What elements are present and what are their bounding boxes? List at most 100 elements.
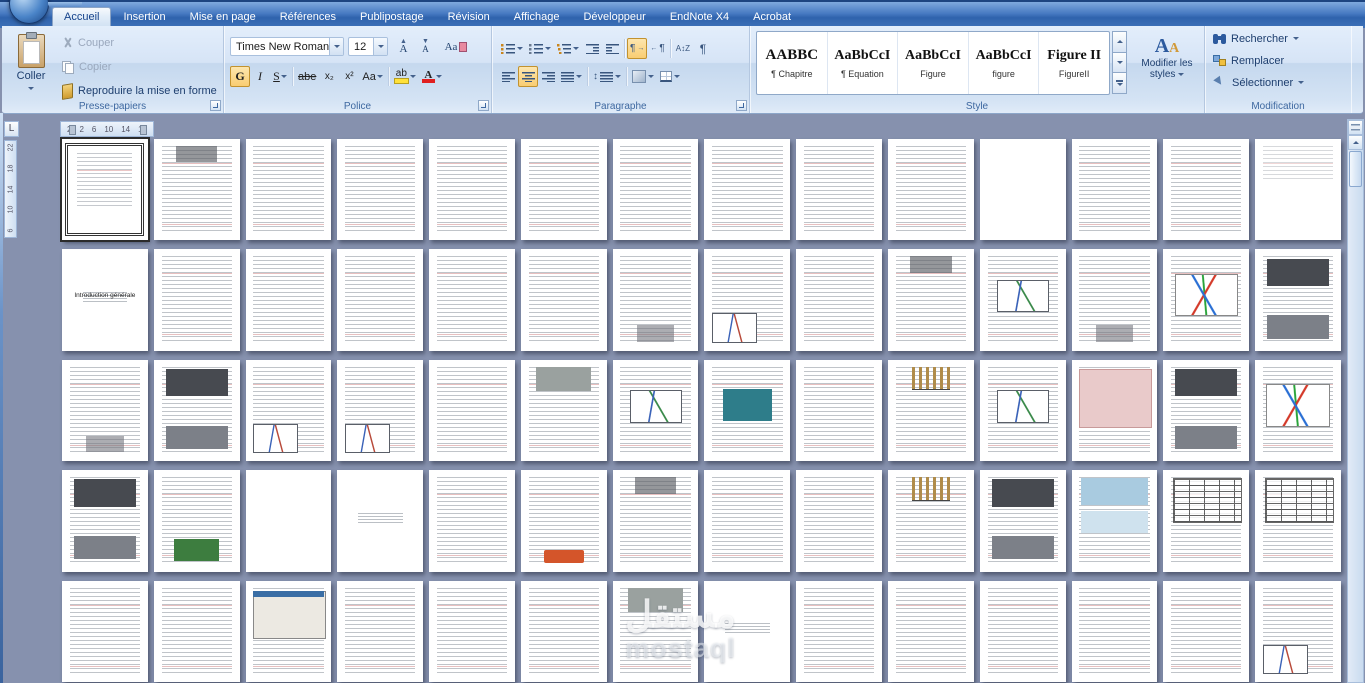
decrease-indent-button[interactable] (582, 38, 602, 59)
tab-affichage[interactable]: Affichage (502, 7, 572, 28)
scroll-up-button[interactable] (1348, 135, 1363, 150)
paste-button[interactable]: Coller (7, 30, 55, 110)
tab-selector[interactable]: L (4, 121, 19, 137)
page-thumbnail[interactable] (429, 470, 515, 572)
page-thumbnail[interactable] (1071, 470, 1158, 572)
page-thumbnail[interactable] (704, 249, 791, 351)
gallery-more-button[interactable] (1112, 72, 1127, 95)
gallery-scroll-down-button[interactable] (1112, 51, 1127, 74)
page-thumbnail[interactable] (1071, 249, 1158, 351)
dialog-launcher-clipboard[interactable] (210, 100, 221, 111)
page-thumbnail[interactable] (520, 139, 607, 241)
page-thumbnail[interactable] (245, 580, 332, 682)
page-thumbnail[interactable] (1255, 139, 1341, 241)
page-thumbnail[interactable]: Introduction générale (62, 249, 148, 351)
page-thumbnail[interactable] (62, 470, 148, 572)
replace-button[interactable]: Remplacer (1213, 51, 1351, 70)
tab-accueil[interactable]: Accueil (52, 7, 112, 28)
page-thumbnail[interactable] (888, 139, 974, 241)
page-thumbnail[interactable] (1071, 139, 1158, 241)
page-thumbnail[interactable] (337, 470, 424, 572)
page-thumbnail[interactable] (612, 249, 699, 351)
page-thumbnail[interactable] (1255, 249, 1341, 351)
align-center-button[interactable] (518, 66, 538, 87)
page-thumbnail[interactable] (62, 139, 148, 241)
tab-publipostage[interactable]: Publipostage (348, 7, 436, 28)
style-item-figure[interactable]: AaBbCcI Figure (898, 32, 969, 94)
italic-button[interactable]: I (250, 66, 270, 87)
page-thumbnail[interactable] (245, 359, 332, 462)
show-formatting-button[interactable]: ¶ (693, 38, 713, 59)
page-thumbnail[interactable] (888, 249, 974, 351)
style-item-figureII[interactable]: Figure II FigureII (1039, 32, 1109, 94)
page-thumbnail[interactable] (1163, 139, 1250, 241)
style-item-equation[interactable]: AaBbCcI ¶ Equation (828, 32, 899, 94)
select-button[interactable]: Sélectionner (1213, 73, 1351, 92)
font-size-combo[interactable]: 12 (348, 37, 388, 56)
page-thumbnail[interactable] (1255, 359, 1341, 462)
page-thumbnail[interactable] (1071, 359, 1158, 462)
tab-references[interactable]: Références (268, 7, 348, 28)
shading-button[interactable] (629, 66, 657, 87)
format-painter-button[interactable]: Reproduire la mise en forme (58, 81, 220, 101)
page-thumbnail[interactable] (337, 580, 424, 682)
page-thumbnail[interactable] (153, 359, 240, 462)
text-highlight-button[interactable]: ab (391, 66, 419, 87)
page-thumbnail[interactable] (520, 359, 607, 462)
page-thumbnail[interactable] (245, 249, 332, 351)
dialog-launcher-paragraph[interactable] (736, 100, 747, 111)
increase-indent-button[interactable] (602, 38, 622, 59)
tab-mise-en-page[interactable]: Mise en page (178, 7, 268, 28)
page-thumbnail[interactable] (888, 470, 974, 572)
tab-acrobat[interactable]: Acrobat (741, 7, 803, 28)
font-color-button[interactable]: A (419, 66, 445, 87)
page-thumbnail[interactable] (337, 359, 424, 462)
ruler-toggle-button[interactable] (1348, 120, 1363, 135)
page-thumbnail[interactable] (796, 470, 883, 572)
grow-font-button[interactable]: ▲ A (393, 37, 414, 56)
shrink-font-button[interactable]: ▼ A (415, 37, 436, 56)
clear-formatting-button[interactable]: Aa (443, 37, 469, 56)
page-thumbnail[interactable] (153, 580, 240, 682)
page-thumbnail[interactable] (1163, 359, 1250, 462)
page-thumbnail[interactable] (612, 139, 699, 241)
page-thumbnail[interactable] (520, 470, 607, 572)
page-thumbnail[interactable] (429, 580, 515, 682)
chevron-down-icon[interactable] (373, 38, 387, 55)
page-thumbnail[interactable] (704, 580, 791, 682)
page-thumbnail[interactable] (1255, 470, 1341, 572)
page-thumbnail[interactable] (612, 470, 699, 572)
style-item-chapitre[interactable]: AABBC ¶ Chapitre (757, 32, 828, 94)
page-thumbnail[interactable] (1255, 580, 1341, 682)
page-thumbnail[interactable] (520, 249, 607, 351)
gallery-scroll-up-button[interactable] (1112, 31, 1127, 53)
sort-button[interactable]: A↕Z (673, 38, 693, 59)
page-thumbnail[interactable] (888, 580, 974, 682)
page-thumbnail[interactable] (62, 359, 148, 462)
page-thumbnail[interactable] (429, 249, 515, 351)
page-thumbnail[interactable] (1163, 580, 1250, 682)
page-thumbnail[interactable] (704, 470, 791, 572)
page-thumbnail[interactable] (1071, 580, 1158, 682)
tab-endnote[interactable]: EndNote X4 (658, 7, 741, 28)
style-item-figure2[interactable]: AaBbCcI figure (969, 32, 1040, 94)
page-thumbnail[interactable] (245, 139, 332, 241)
cut-button[interactable]: Couper (58, 33, 220, 53)
page-thumbnail[interactable] (796, 359, 883, 462)
page-thumbnail[interactable] (1163, 249, 1250, 351)
align-right-button[interactable] (538, 66, 558, 87)
page-thumbnail[interactable] (337, 139, 424, 241)
page-thumbnail[interactable] (979, 470, 1066, 572)
vertical-scrollbar[interactable] (1347, 119, 1364, 683)
multilevel-list-button[interactable] (554, 38, 582, 59)
page-thumbnail[interactable] (153, 470, 240, 572)
page-thumbnail[interactable] (62, 580, 148, 682)
chevron-down-icon[interactable] (329, 38, 343, 55)
page-thumbnail[interactable] (153, 139, 240, 241)
page-thumbnail[interactable] (245, 470, 332, 572)
rtl-direction-button[interactable]: ← ¶ (647, 38, 667, 59)
page-thumbnail[interactable] (704, 139, 791, 241)
page-thumbnail[interactable] (1163, 470, 1250, 572)
tab-revision[interactable]: Révision (436, 7, 502, 28)
page-thumbnail[interactable] (153, 249, 240, 351)
